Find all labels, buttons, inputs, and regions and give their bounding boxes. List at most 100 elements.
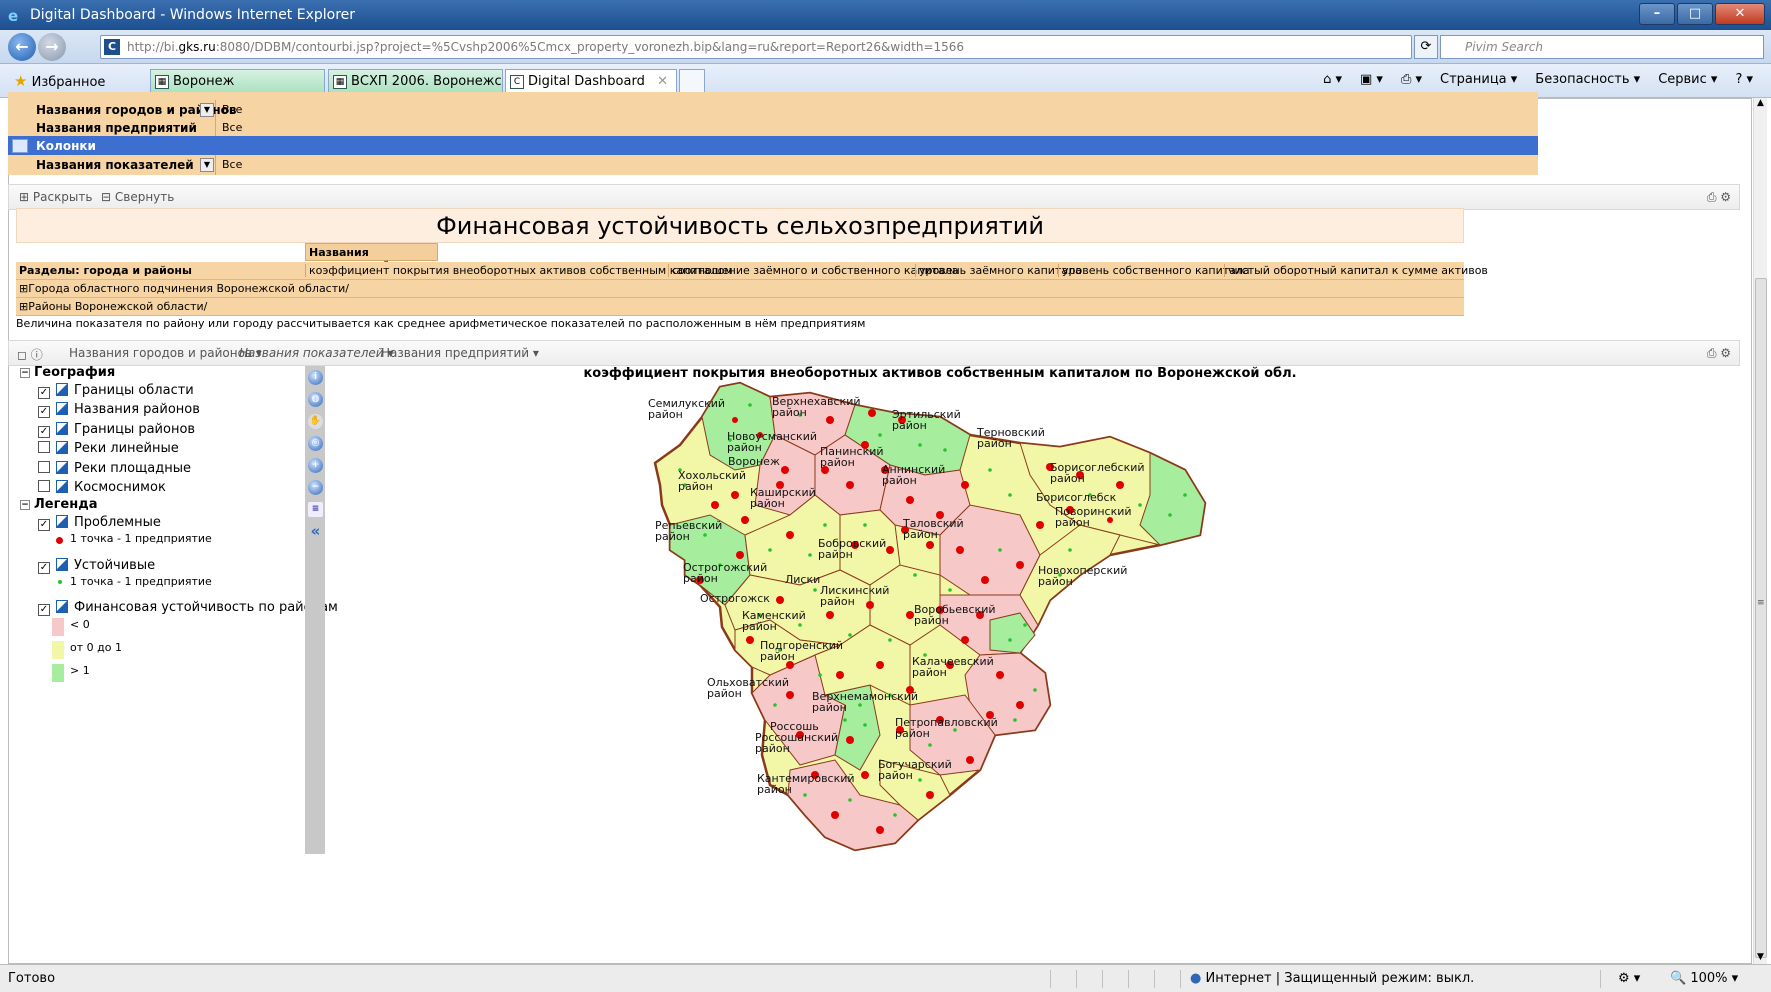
district-label: Бобровский район (818, 537, 887, 561)
page-icon: C (510, 75, 524, 89)
refresh-button[interactable]: ⟳ (1414, 35, 1438, 59)
district-label: Каширский район (750, 486, 816, 510)
feeds-icon[interactable]: ▣ ▾ (1360, 72, 1383, 87)
scroll-down-icon[interactable]: ▼ (1757, 952, 1764, 962)
zoom-extent-icon[interactable]: ◎ (308, 436, 323, 451)
page-icon: C (104, 39, 120, 55)
district-label: Поворинский район (1055, 505, 1132, 529)
dim-indicators-dropdown[interactable]: Названия показателей ▾ (239, 346, 393, 360)
search-input[interactable]: Pivim Search (1440, 35, 1764, 59)
close-button[interactable]: ✕ (1715, 3, 1765, 25)
district-label: Борисоглебский район (1050, 461, 1145, 485)
layer-stable[interactable]: ✓ Устойчивые (38, 558, 155, 574)
district-label: Репьевский район (655, 519, 723, 543)
district-label: Новохоперский район (1038, 564, 1128, 588)
zoom-out-icon[interactable]: − (308, 480, 323, 495)
tree-legend[interactable]: − Легенда (20, 497, 97, 512)
layer-satellite[interactable]: Космоснимок (38, 480, 166, 495)
indicators-dropdown-icon[interactable]: ▼ (200, 158, 214, 172)
layer-problem[interactable]: ✓ Проблемные (38, 515, 161, 531)
scroll-up-icon[interactable]: ▲ (1757, 98, 1764, 108)
district-label: Хохольский район (678, 469, 747, 493)
minimize-button[interactable]: – (1639, 3, 1675, 25)
legend-swatch-neg (52, 618, 64, 636)
layer-district-names[interactable]: ✓ Названия районов (38, 402, 200, 418)
table-row[interactable]: ⊞Города областного подчинения Воронежско… (16, 280, 1464, 298)
layer-rivers-area[interactable]: Реки площадные (38, 461, 191, 476)
map-toolbar: ◻ ⓘ Названия городов и районов ▾ Названи… (8, 340, 1740, 366)
maximize-button[interactable]: □ (1677, 3, 1713, 25)
url-host: gks.ru (178, 40, 216, 54)
layer-rivers-linear[interactable]: Реки линейные (38, 441, 179, 456)
globe-icon[interactable]: ◍ (308, 392, 323, 407)
scroll-grip-icon: ≡ (1757, 598, 1765, 608)
vertical-scrollbar[interactable]: ▲ ≡ ▼ (1753, 98, 1767, 964)
pan-hand-icon[interactable]: ✋ (308, 414, 323, 429)
district-label: Калачеевский район (912, 655, 994, 679)
zoom-in-icon[interactable]: + (308, 458, 323, 473)
collapse-panel-icon[interactable]: « (308, 524, 323, 539)
tree-geography[interactable]: − География (20, 365, 115, 380)
scroll-thumb[interactable] (1755, 278, 1767, 958)
district-label: Острогожский район (683, 561, 768, 585)
expand-button[interactable]: ⊞ Раскрыть (19, 190, 92, 204)
district-label: Острогожск (700, 592, 770, 605)
district-label: Воронеж (728, 455, 780, 468)
district-label: Борисоглебск (1036, 491, 1117, 504)
page-icon: ▦ (155, 75, 169, 89)
layer-icon (56, 600, 68, 613)
dim-cities-dropdown[interactable]: Названия городов и районов ▾ (69, 346, 262, 360)
layer-icon (56, 402, 68, 415)
expand-icon[interactable]: ⊞ (19, 282, 28, 295)
district-label: Лискинский район (820, 584, 890, 608)
district-label: Верхнехавский район (772, 395, 861, 419)
print-map-icon[interactable]: ⎙ ⚙ (1707, 346, 1731, 361)
district-label: Ольховатский район (707, 676, 790, 700)
collapse-button[interactable]: ⊟ Свернуть (101, 190, 174, 204)
indicators-header: Названия показателей (305, 243, 438, 272)
layer-district-borders[interactable]: ✓ Границы районов (38, 422, 195, 438)
layer-icon (56, 383, 68, 396)
district-label: Кантемировский район (757, 772, 855, 796)
back-button[interactable]: ← (8, 33, 36, 61)
menu-security[interactable]: Безопасность ▾ (1535, 72, 1640, 87)
help-icon[interactable]: ? ▾ (1735, 72, 1753, 87)
address-toolbar: ← → C http://bi.gks.ru:8080/DDBM/contour… (0, 30, 1771, 64)
protected-mode-icon[interactable]: ⚙ ▾ (1618, 971, 1640, 986)
table-header-row: Разделы: города и районы коэффициент пок… (16, 262, 1488, 280)
toggle-icon[interactable]: ◻ ⓘ (17, 346, 43, 363)
stable-dot-icon (58, 580, 62, 584)
close-tab-icon[interactable]: ✕ (657, 74, 668, 89)
menu-page[interactable]: Страница ▾ (1440, 72, 1517, 87)
district-label: Верхнемамонский район (812, 690, 919, 714)
filter-row-cities: Названия городов и районов ▼ Все (8, 100, 1538, 120)
expand-icon[interactable]: ⊞ (19, 300, 28, 313)
print-report-icon[interactable]: ⎙ ⚙ (1707, 190, 1731, 205)
zoom-control[interactable]: 🔍 100% ▾ (1670, 971, 1738, 986)
status-bar: Готово ● Интернет | Защищенный режим: вы… (0, 964, 1771, 992)
layer-financial[interactable]: ✓ Финансовая устойчивость по районам (38, 600, 338, 616)
legend-swatch-pos (52, 664, 64, 682)
menu-tools[interactable]: Сервис ▾ (1658, 72, 1717, 87)
layer-icon (56, 558, 68, 571)
print-icon[interactable]: ⎙ ▾ (1401, 72, 1422, 87)
cities-dropdown-icon[interactable]: ▼ (200, 103, 214, 117)
district-label: Петропавловский район (895, 716, 998, 740)
table-row[interactable]: ⊞Районы Воронежской области/ (16, 298, 1464, 316)
district-label: Панинский район (820, 445, 884, 469)
forward-button[interactable]: → (38, 33, 66, 61)
district-label: Лиски (785, 573, 821, 586)
district-label: Терновский район (977, 426, 1045, 450)
address-field[interactable]: C http://bi.gks.ru:8080/DDBM/contourbi.j… (100, 35, 1412, 59)
status-text: Готово (8, 971, 56, 986)
dim-enterprises-dropdown[interactable]: Названия предприятий ▾ (381, 346, 539, 360)
layer-region-borders[interactable]: ✓ Границы области (38, 383, 194, 399)
info-icon[interactable]: i (308, 370, 323, 385)
district-label: Семилукский район (648, 397, 726, 421)
district-label: Воробьевский район (914, 603, 996, 627)
favorites-button[interactable]: ★ Избранное (14, 72, 105, 90)
zone-indicator[interactable]: ● Интернет | Защищенный режим: выкл. (1190, 971, 1474, 986)
problem-dot-icon (56, 537, 63, 544)
home-icon[interactable]: ⌂ ▾ (1323, 72, 1342, 87)
layers-list-icon[interactable]: ≡ (308, 502, 323, 517)
